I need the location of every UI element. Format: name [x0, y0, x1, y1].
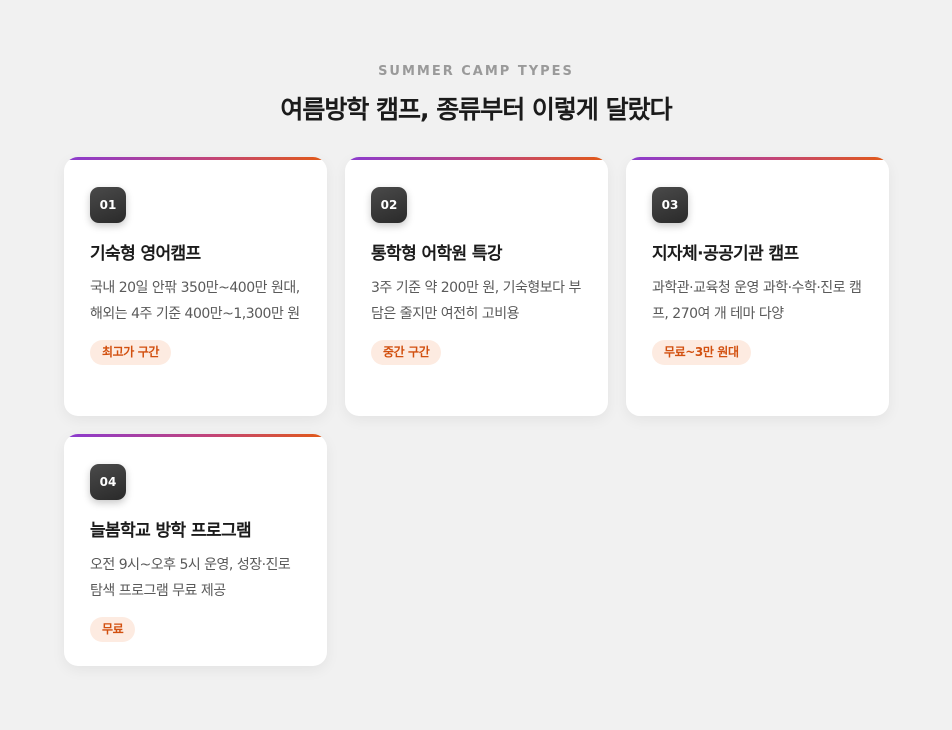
card-description: 오전 9시~오후 5시 운영, 성장·진로 탐색 프로그램 무료 제공: [90, 557, 291, 599]
price-tag: 중간 구간: [371, 340, 442, 365]
camp-type-grid: 01 기숙형 영어캠프 국내 20일 안팎 350만~400만 원대, 해외는 …: [64, 157, 889, 666]
price-tag: 최고가 구간: [90, 340, 171, 365]
camp-card: 03 지자체·공공기관 캠프 과학관·교육청 운영 과학·수학·진로 캠프, 2…: [626, 157, 889, 416]
card-title: 통학형 어학원 특강: [371, 244, 503, 264]
card-number-badge: 01: [90, 187, 126, 223]
card-number-badge: 03: [652, 187, 688, 223]
price-tag: 무료~3만 원대: [652, 340, 751, 365]
camp-card: 04 늘봄학교 방학 프로그램 오전 9시~오후 5시 운영, 성장·진로 탐색…: [64, 434, 327, 666]
price-tag: 무료: [90, 617, 136, 642]
section-eyebrow: SUMMER CAMP TYPES: [378, 64, 574, 79]
card-accent-bar: [345, 157, 608, 160]
card-number-badge: 04: [90, 464, 126, 500]
card-title: 늘봄학교 방학 프로그램: [90, 521, 252, 541]
card-accent-bar: [626, 157, 889, 160]
card-description: 국내 20일 안팎 350만~400만 원대, 해외는 4주 기준 400만~1…: [90, 280, 300, 322]
card-description: 3주 기준 약 200만 원, 기숙형보다 부담은 줄지만 여전히 고비용: [371, 280, 581, 322]
page-title: 여름방학 캠프, 종류부터 이렇게 달랐다: [280, 95, 672, 124]
card-accent-bar: [64, 157, 327, 160]
camp-card: 01 기숙형 영어캠프 국내 20일 안팎 350만~400만 원대, 해외는 …: [64, 157, 327, 416]
card-description: 과학관·교육청 운영 과학·수학·진로 캠프, 270여 개 테마 다양: [652, 280, 862, 322]
card-number-badge: 02: [371, 187, 407, 223]
card-title: 지자체·공공기관 캠프: [652, 244, 799, 264]
camp-card: 02 통학형 어학원 특강 3주 기준 약 200만 원, 기숙형보다 부담은 …: [345, 157, 608, 416]
card-accent-bar: [64, 434, 327, 437]
card-title: 기숙형 영어캠프: [90, 244, 201, 264]
